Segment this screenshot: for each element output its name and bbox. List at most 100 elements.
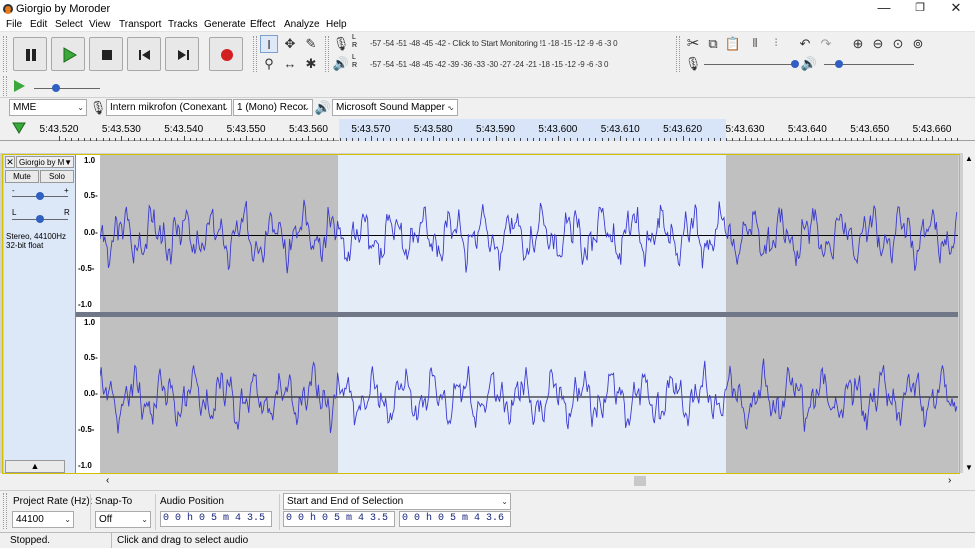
mic-volume-slider[interactable] bbox=[704, 64, 796, 65]
menu-transport[interactable]: Transport bbox=[119, 19, 161, 30]
redo-icon[interactable]: ↷ bbox=[817, 35, 835, 53]
multi-tool-icon[interactable]: ✱ bbox=[302, 55, 320, 73]
timeline-tick-mark bbox=[545, 138, 547, 141]
scroll-up-icon[interactable]: ▲ bbox=[965, 154, 973, 163]
selection-tool-icon[interactable]: I bbox=[260, 35, 278, 53]
amplitude-label: -1.0 bbox=[78, 461, 92, 470]
play-button[interactable] bbox=[51, 37, 85, 71]
menu-select[interactable]: Select bbox=[55, 19, 83, 30]
selection-mode-select[interactable]: Start and End of Selection ⌄ bbox=[283, 493, 511, 510]
toolbar-grip[interactable] bbox=[3, 36, 7, 72]
paste-icon[interactable]: 📋 bbox=[724, 35, 742, 53]
recording-channels-select[interactable]: 1 (Mono) Recor ⌄ bbox=[233, 99, 313, 116]
timeline-tick-mark bbox=[221, 138, 223, 141]
unselected-region bbox=[100, 155, 338, 312]
draw-tool-icon[interactable]: ✎ bbox=[302, 35, 320, 53]
scroll-down-icon[interactable]: ▼ bbox=[965, 463, 973, 472]
toolbar-grip[interactable] bbox=[3, 76, 7, 96]
toolbar-grip[interactable] bbox=[3, 493, 7, 529]
collapse-track-button[interactable]: ▲ bbox=[5, 460, 65, 473]
selection-start-field[interactable]: 0 0 h 0 5 m 4 3.5 6 5 s bbox=[283, 511, 395, 527]
timeline-tick-mark bbox=[801, 138, 803, 141]
menu-analyze[interactable]: Analyze bbox=[284, 19, 320, 30]
menu-generate[interactable]: Generate bbox=[204, 19, 246, 30]
waveform-channel-right[interactable] bbox=[100, 317, 958, 473]
timeline-tick-mark bbox=[345, 138, 347, 141]
track-close-icon[interactable]: ✕ bbox=[5, 156, 15, 168]
mic-volume-thumb[interactable] bbox=[791, 60, 799, 68]
copy-icon[interactable]: ⧉ bbox=[704, 35, 722, 53]
record-meter[interactable]: -57 -54 -51 -48 -45 -42 - Click to Start… bbox=[370, 38, 672, 48]
timeshift-tool-icon[interactable]: ↔ bbox=[281, 55, 299, 73]
timeline-tick-mark bbox=[645, 138, 647, 141]
snap-to-select[interactable]: Off ⌄ bbox=[95, 511, 151, 528]
restore-button[interactable]: ❐ bbox=[902, 0, 938, 18]
vertical-scrollbar[interactable]: ▲ ▼ bbox=[963, 153, 975, 473]
silence-icon[interactable]: ⫶ bbox=[767, 35, 785, 53]
zoom-tool-icon[interactable]: ⚲ bbox=[260, 55, 278, 73]
toolbar-grip[interactable] bbox=[253, 36, 257, 72]
microphone-icon[interactable]: 🎙 bbox=[332, 35, 350, 53]
menu-effect[interactable]: Effect bbox=[250, 19, 275, 30]
horizontal-scrollbar[interactable]: ‹ › bbox=[100, 475, 963, 487]
trim-icon[interactable]: ⫼ bbox=[746, 35, 764, 53]
cut-icon[interactable]: ✂ bbox=[684, 35, 702, 53]
envelope-tool-icon[interactable]: ✥ bbox=[281, 35, 299, 53]
recording-device-select[interactable]: Intern mikrofon (Conexant ⌄ bbox=[106, 99, 232, 116]
solo-button[interactable]: Solo bbox=[40, 170, 74, 183]
menu-edit[interactable]: Edit bbox=[30, 19, 47, 30]
timeline-tick-mark bbox=[551, 138, 553, 141]
snap-to-label: Snap-To bbox=[95, 496, 133, 507]
selection-end-field[interactable]: 0 0 h 0 5 m 4 3.6 2 7 s bbox=[399, 511, 511, 527]
pan-thumb[interactable] bbox=[36, 215, 44, 223]
playback-device-select[interactable]: Microsoft Sound Mapper - ⌄ bbox=[332, 99, 458, 116]
scroll-right-icon[interactable]: › bbox=[948, 475, 951, 486]
speaker-icon[interactable]: 🔊 bbox=[332, 55, 350, 73]
meter-channel-r: R bbox=[352, 62, 358, 69]
menu-file[interactable]: File bbox=[6, 19, 22, 30]
record-button[interactable] bbox=[209, 37, 243, 71]
fit-project-icon[interactable]: ⊚ bbox=[909, 35, 927, 53]
menu-help[interactable]: Help bbox=[326, 19, 347, 30]
skip-to-start-button[interactable] bbox=[127, 37, 161, 71]
track-name-menu[interactable]: Giorgio by M ▼ bbox=[16, 156, 74, 168]
project-rate-label: Project Rate (Hz): bbox=[13, 496, 93, 507]
timeline-options-button[interactable] bbox=[12, 122, 26, 137]
menu-tracks[interactable]: Tracks bbox=[168, 19, 198, 30]
zoom-in-icon[interactable]: ⊕ bbox=[849, 35, 867, 53]
minimize-button[interactable]: — bbox=[866, 0, 902, 18]
playback-volume-thumb[interactable] bbox=[835, 60, 843, 68]
zoom-out-icon[interactable]: ⊖ bbox=[869, 35, 887, 53]
menu-view[interactable]: View bbox=[89, 19, 111, 30]
waveform-channel-left[interactable] bbox=[100, 155, 958, 312]
timeline-tick-mark bbox=[925, 138, 927, 141]
stop-button[interactable] bbox=[89, 37, 123, 71]
record-meter-prompt[interactable]: Click to Start Monitoring bbox=[452, 38, 537, 48]
mute-button[interactable]: Mute bbox=[5, 170, 39, 183]
audio-position-field[interactable]: 0 0 h 0 5 m 4 3.5 6 5 s bbox=[160, 511, 272, 527]
timeline-tick-mark bbox=[470, 138, 472, 141]
undo-icon[interactable]: ↶ bbox=[796, 35, 814, 53]
timeline-tick-mark bbox=[214, 138, 216, 141]
playback-meter[interactable]: -57 -54 -51 -48 -45 -42 -39 -36 -33 -30 … bbox=[370, 60, 672, 69]
pause-button[interactable] bbox=[13, 37, 47, 71]
project-rate-select[interactable]: 44100 ⌄ bbox=[12, 511, 74, 528]
fit-selection-icon[interactable]: ⊙ bbox=[889, 35, 907, 53]
timeline-tick-mark bbox=[401, 138, 403, 141]
scroll-thumb[interactable] bbox=[634, 476, 646, 486]
timeline-tick-mark bbox=[258, 138, 260, 141]
record-meter-scale: -57 -54 -51 -48 -45 -42 - bbox=[370, 39, 451, 48]
timeline-tick-mark bbox=[601, 138, 603, 141]
play-speed-slider[interactable] bbox=[34, 88, 100, 89]
toolbar-grip[interactable] bbox=[325, 36, 329, 72]
close-button[interactable]: ✕ bbox=[938, 0, 974, 18]
track-control-panel[interactable]: ✕ Giorgio by M ▼ Mute Solo - + L R Stereo… bbox=[4, 155, 76, 473]
play-at-speed-button[interactable] bbox=[12, 79, 26, 96]
skip-to-end-button[interactable] bbox=[165, 37, 199, 71]
gain-thumb[interactable] bbox=[36, 192, 44, 200]
audio-host-select[interactable]: MME ⌄ bbox=[9, 99, 87, 116]
play-speed-thumb[interactable] bbox=[52, 84, 60, 92]
amplitude-label: -0.5- bbox=[78, 263, 95, 273]
scroll-left-icon[interactable]: ‹ bbox=[106, 475, 109, 486]
toolbar-grip[interactable] bbox=[676, 36, 680, 72]
